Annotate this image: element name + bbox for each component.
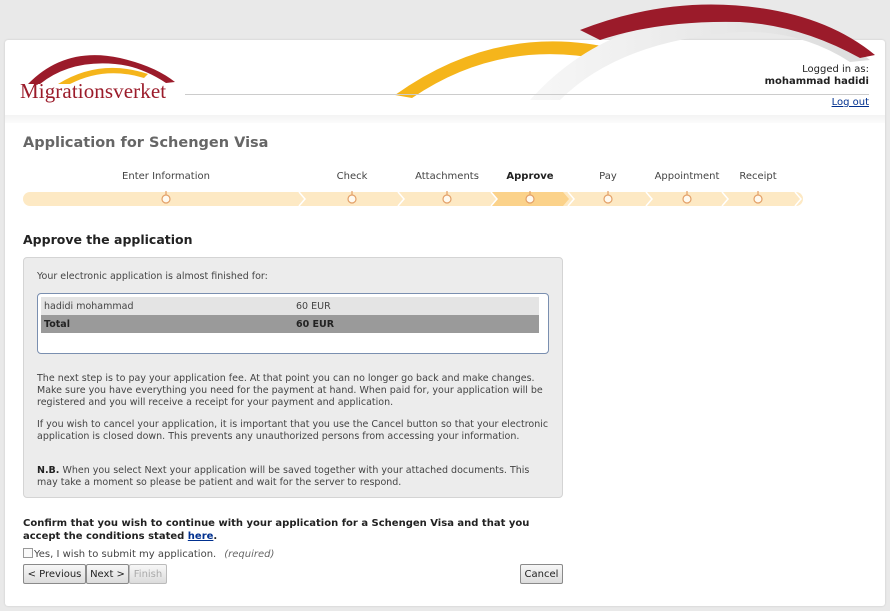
progress-track bbox=[23, 191, 803, 207]
cancel-info-text: If you wish to cancel your application, … bbox=[37, 419, 549, 442]
submit-confirmation-row: Yes, I wish to submit my application. (r… bbox=[23, 548, 275, 560]
fee-total-amount: 60 EUR bbox=[296, 318, 335, 330]
cancel-button[interactable]: Cancel bbox=[520, 564, 563, 584]
submit-checkbox[interactable] bbox=[23, 548, 33, 558]
confirm-text: Confirm that you wish to continue with y… bbox=[23, 517, 563, 543]
note-body: When you select Next your application wi… bbox=[37, 465, 530, 488]
panel-intro: Your electronic application is almost fi… bbox=[37, 271, 268, 282]
required-hint: (required) bbox=[224, 549, 275, 560]
note-text: N.B. When you select Next your applicati… bbox=[37, 465, 552, 489]
progress-steps: Enter Information Check Attachments Appr… bbox=[23, 168, 803, 210]
conditions-link[interactable]: here bbox=[188, 531, 214, 542]
step-label-pay: Pay bbox=[599, 171, 617, 182]
logged-in-label: Logged in as: bbox=[802, 64, 869, 75]
step-label-approve: Approve bbox=[506, 171, 554, 182]
payment-info-text: The next step is to pay your application… bbox=[37, 373, 543, 408]
page-title: Application for Schengen Visa bbox=[23, 135, 269, 151]
fee-name: hadidi mohammad bbox=[44, 300, 134, 312]
step-label-attachments: Attachments bbox=[415, 171, 479, 182]
header-divider bbox=[185, 94, 869, 95]
fee-total-row: Total 60 EUR bbox=[41, 315, 539, 333]
confirm-end: . bbox=[213, 531, 218, 542]
step-label-appointment: Appointment bbox=[654, 171, 720, 182]
fee-amount: 60 EUR bbox=[296, 300, 331, 312]
step-label-receipt: Receipt bbox=[739, 171, 777, 182]
fee-row: hadidi mohammad 60 EUR bbox=[41, 297, 539, 315]
confirm-body: Confirm that you wish to continue with y… bbox=[23, 518, 530, 542]
finish-button[interactable]: Finish bbox=[129, 564, 167, 584]
fee-table: hadidi mohammad 60 EUR Total 60 EUR bbox=[37, 293, 549, 354]
approve-panel: Your electronic application is almost fi… bbox=[23, 257, 563, 498]
note-label: N.B. bbox=[37, 465, 60, 476]
brand-logo: Migrationsverket bbox=[20, 48, 180, 104]
logo-text: Migrationsverket bbox=[20, 79, 167, 103]
logout-link[interactable]: Log out bbox=[832, 97, 869, 108]
fee-total-label: Total bbox=[44, 318, 70, 330]
header-bottom-bar bbox=[5, 115, 885, 123]
step-label-enter-information: Enter Information bbox=[122, 171, 210, 182]
previous-button[interactable]: < Previous bbox=[23, 564, 86, 584]
next-button[interactable]: Next > bbox=[86, 564, 129, 584]
submit-checkbox-label[interactable]: Yes, I wish to submit my application. bbox=[34, 549, 216, 560]
user-name: mohammad hadidi bbox=[764, 76, 869, 87]
step-label-check: Check bbox=[336, 171, 368, 182]
login-info: Logged in as: mohammad hadidi bbox=[765, 64, 869, 87]
section-title: Approve the application bbox=[23, 232, 193, 247]
